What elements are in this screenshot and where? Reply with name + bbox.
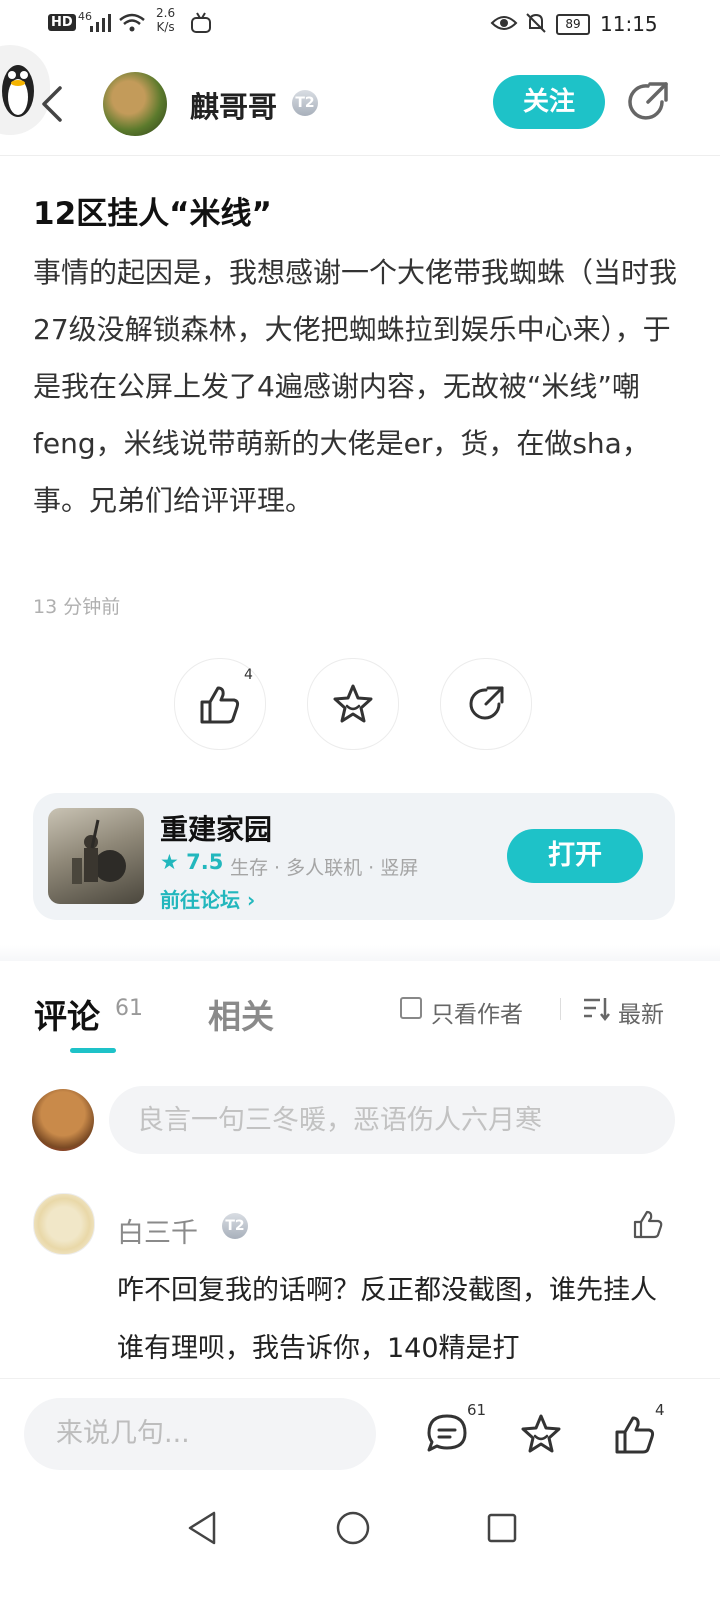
commenter-level-badge: T2 xyxy=(222,1213,248,1239)
author-only-checkbox[interactable] xyxy=(400,997,422,1019)
thumbs-up-icon xyxy=(200,686,240,724)
status-bar: HD 46 2.6 K/s 89 11:15 xyxy=(0,0,720,50)
go-to-forum-link[interactable]: 前往论坛 › xyxy=(160,884,255,913)
signal-icon xyxy=(90,14,111,32)
tab-comments-count: 61 xyxy=(115,996,143,1021)
post-title: 12区挂人“米线” xyxy=(33,196,272,232)
soldier-artwork-icon xyxy=(72,819,126,884)
net-speed-unit: K/s xyxy=(156,20,175,34)
sort-latest[interactable]: 最新 xyxy=(618,995,664,1029)
favorite-button[interactable] xyxy=(307,658,399,750)
filter-separator xyxy=(560,998,561,1020)
my-avatar[interactable] xyxy=(32,1089,94,1151)
comment-input[interactable] xyxy=(109,1086,675,1154)
nav-back-icon[interactable] xyxy=(186,1510,218,1546)
bottom-comment-count: 61 xyxy=(467,1401,487,1419)
say-something-input[interactable]: 来说几句... xyxy=(24,1398,376,1470)
tv-icon xyxy=(191,12,211,33)
post-time: 13 分钟前 xyxy=(33,596,121,618)
tab-related[interactable]: 相关 xyxy=(208,990,274,1038)
author-only-filter[interactable]: 只看作者 xyxy=(431,995,523,1029)
eye-icon xyxy=(490,16,518,30)
section-divider xyxy=(0,945,720,961)
game-name[interactable]: 重建家园 xyxy=(160,808,272,848)
open-game-button[interactable]: 打开 xyxy=(507,829,643,883)
penguin-icon xyxy=(2,65,34,117)
bottom-star-icon[interactable] xyxy=(519,1412,563,1456)
net-speed: 2.6 K/s xyxy=(156,6,175,34)
commenter-name[interactable]: 白三千 xyxy=(117,1211,198,1250)
share-icon xyxy=(469,686,504,720)
hd-indicator: HD xyxy=(48,14,76,31)
follow-button[interactable]: 关注 xyxy=(493,75,605,129)
comment-text: 咋不回复我的话啊？反正都没截图，谁先挂人谁有理呗，我告诉你，140精是打 xyxy=(117,1275,657,1364)
wifi-icon xyxy=(119,13,145,32)
game-rating: ★ 7.5 xyxy=(160,850,224,874)
active-tab-indicator xyxy=(70,1048,116,1053)
tab-comments[interactable]: 评论 xyxy=(34,990,100,1038)
bottom-thumbs-up-icon[interactable] xyxy=(613,1412,657,1456)
mute-bell-icon xyxy=(526,13,546,33)
game-tags: 生存 · 多人联机 · 竖屏 xyxy=(230,857,419,879)
comment-bubble-icon[interactable] xyxy=(425,1412,469,1456)
clock: 11:15 xyxy=(600,12,658,36)
post-body: 事情的起因是，我想感谢一个大佬带我蜘蛛（当时我27级没解锁森林，大佬把蜘蛛拉到娱… xyxy=(33,256,678,517)
game-icon[interactable] xyxy=(48,808,144,904)
bottom-like-count: 4 xyxy=(655,1401,665,1419)
author-avatar[interactable] xyxy=(103,72,167,136)
commenter-avatar[interactable] xyxy=(33,1193,95,1255)
share-icon[interactable] xyxy=(626,80,670,124)
nav-recents-icon[interactable] xyxy=(486,1512,518,1544)
like-count: 4 xyxy=(244,667,253,683)
star-icon xyxy=(333,684,373,723)
back-chevron-left-icon[interactable] xyxy=(40,86,66,122)
comment-like-thumbs-up-icon[interactable] xyxy=(632,1208,664,1240)
battery-level: 89 xyxy=(556,14,590,35)
author-level-badge: T2 xyxy=(292,90,318,116)
author-name[interactable]: 麒哥哥 xyxy=(190,84,277,126)
sort-icon[interactable] xyxy=(582,996,610,1022)
net-speed-value: 2.6 xyxy=(156,6,176,20)
nav-home-icon[interactable] xyxy=(335,1510,371,1546)
share-post-button[interactable] xyxy=(440,658,532,750)
